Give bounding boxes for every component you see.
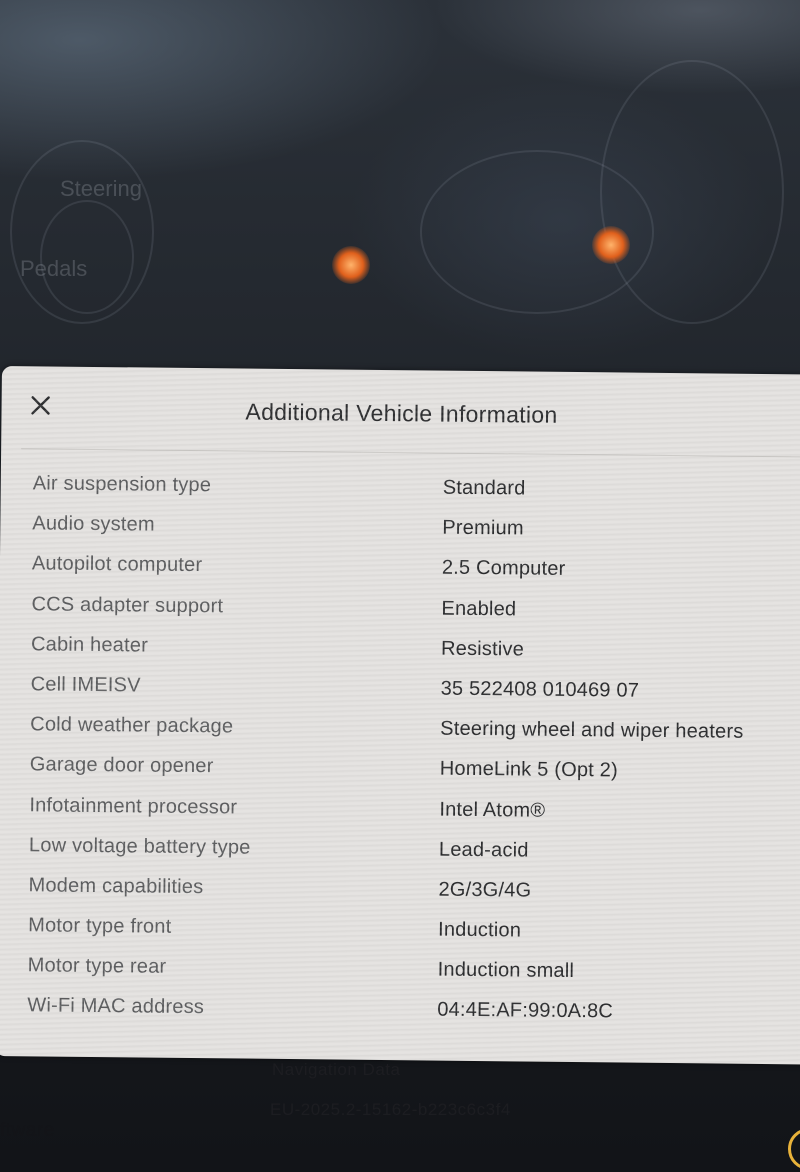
fingerprint-smudge — [600, 60, 784, 324]
info-label: Air suspension type — [32, 472, 212, 497]
info-value: Steering wheel and wiper heaters — [440, 717, 744, 743]
dialog-title: Additional Vehicle Information — [245, 398, 558, 428]
info-label: Cabin heater — [30, 633, 149, 657]
info-value: Induction — [438, 918, 522, 942]
info-label: Garage door opener — [29, 753, 214, 778]
info-label: Low voltage battery type — [28, 833, 251, 859]
info-value: 2.5 Computer — [441, 556, 566, 581]
additional-vehicle-information-dialog: Additional Vehicle Information Air suspe… — [0, 366, 800, 1065]
light-reflection — [592, 226, 630, 264]
title-divider — [21, 448, 800, 458]
info-value: 35 522408 010469 07 — [440, 677, 640, 702]
info-label: Cell IMEISV — [30, 673, 141, 697]
navigation-data-version: EU-2025.2-15162-b223c6c3f4 — [270, 1100, 511, 1119]
info-value: Intel Atom® — [439, 798, 546, 822]
background-menu-item: Pedals — [20, 256, 88, 281]
info-label: Cold weather package — [30, 713, 234, 738]
info-label: Motor type rear — [27, 954, 167, 979]
background-menu-item: Steering — [60, 176, 142, 201]
info-value: Premium — [442, 516, 524, 540]
info-label: Motor type front — [28, 914, 172, 938]
info-label: Infotainment processor — [29, 793, 238, 818]
info-value: Induction small — [437, 958, 575, 983]
info-value: Enabled — [441, 597, 517, 620]
info-value: 04:4E:AF:99:0A:8C — [437, 999, 614, 1023]
info-label: Modem capabilities — [28, 874, 204, 899]
info-label: Autopilot computer — [31, 552, 203, 577]
info-label: Audio system — [32, 512, 155, 536]
info-value: Standard — [442, 476, 526, 500]
info-value: HomeLink 5 (Opt 2) — [439, 757, 619, 782]
info-value: Lead-acid — [438, 838, 529, 862]
vehicle-info-list: Air suspension type Standard Audio syste… — [27, 472, 793, 1043]
info-value: 2G/3G/4G — [438, 878, 532, 902]
info-label: Wi-Fi MAC address — [27, 994, 205, 1019]
software-label: ftware — [0, 1120, 55, 1141]
info-value: Resistive — [440, 637, 525, 661]
navigation-data-label: Navigation Data — [272, 1060, 401, 1079]
light-reflection — [332, 246, 370, 284]
info-label: CCS adapter support — [31, 592, 224, 617]
info-row-wifi-mac-address: Wi-Fi MAC address 04:4E:AF:99:0A:8C — [27, 995, 787, 1043]
